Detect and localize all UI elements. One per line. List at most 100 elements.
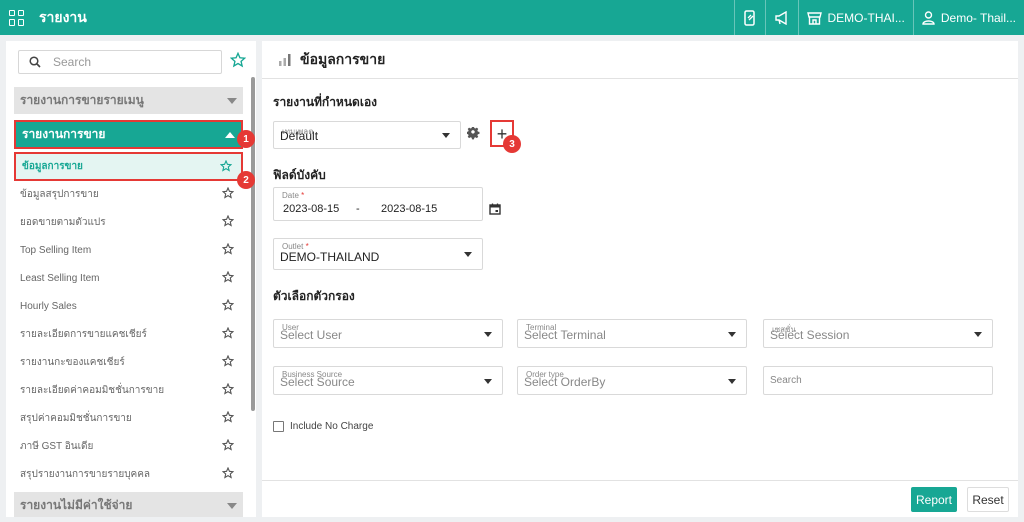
filter-search-input[interactable]: Search	[763, 366, 993, 395]
gear-icon[interactable]	[467, 127, 480, 140]
group-sales-report[interactable]: รายงานการขาย	[14, 120, 243, 149]
template-select[interactable]: เทมเพลต Default	[273, 121, 461, 149]
sidebar-item[interactable]: Top Selling Item	[14, 237, 243, 263]
megaphone-icon	[774, 10, 787, 25]
sidebar-item[interactable]: Hourly Sales	[14, 293, 243, 319]
group-no-charge-report[interactable]: รายงานไม่มีค่าใช้จ่าย	[14, 492, 243, 517]
star-icon[interactable]	[222, 383, 234, 395]
page-title: ข้อมูลการขาย	[300, 50, 386, 67]
chart-icon	[279, 53, 291, 66]
group-label: รายงานการขาย	[22, 127, 106, 141]
mobile-button[interactable]	[733, 0, 765, 35]
sidebar-search[interactable]: Search	[18, 50, 222, 74]
star-icon[interactable]	[222, 411, 234, 423]
business-source-select[interactable]: Business Source Select Source	[273, 366, 503, 395]
star-icon[interactable]	[222, 215, 234, 227]
announcement-button[interactable]	[764, 0, 798, 35]
date-label: Date *	[282, 191, 305, 200]
user-select[interactable]: User Select User	[273, 319, 503, 348]
session-select[interactable]: เซสชั่น Select Session	[763, 319, 993, 348]
page-header: ข้อมูลการขาย	[262, 41, 1018, 79]
store-icon	[806, 11, 822, 25]
calendar-icon[interactable]	[489, 203, 501, 215]
sidebar-item[interactable]: ข้อมูลสรุปการขาย	[14, 181, 243, 207]
sidebar-item-label: ภาษี GST อินเดีย	[20, 440, 94, 452]
sidebar-item-label: สรุปค่าคอมมิชชั่นการขาย	[20, 412, 132, 424]
sidebar-item-label: รายละเอียดค่าคอมมิชชั่นการขาย	[20, 384, 165, 396]
group-menu-sales[interactable]: รายงานการขายรายเมนู	[14, 87, 243, 114]
dropdown-caret-icon	[974, 331, 982, 337]
sidebar-item[interactable]: รายงานกะของแคชเชียร์	[14, 349, 243, 375]
dropdown-caret-icon	[442, 133, 450, 138]
outlet-label: DEMO-THAI...	[827, 10, 905, 25]
user-label: Demo- Thail...	[940, 10, 1016, 25]
dropdown-caret-icon	[728, 331, 736, 337]
date-separator: -	[356, 203, 360, 215]
top-bar-actions: DEMO-THAI... Demo- Thail...	[733, 0, 1024, 35]
star-icon[interactable]	[222, 299, 234, 311]
step-badge-3: 3	[503, 135, 521, 153]
date-range-field[interactable]: Date * 2023-08-15 - 2023-08-15	[273, 187, 483, 221]
date-to[interactable]: 2023-08-15	[381, 203, 437, 215]
favorites-star-icon[interactable]	[230, 52, 246, 68]
sidebar-item-label: Least Selling Item	[20, 272, 100, 284]
order-type-select[interactable]: Order type Select OrderBy	[517, 366, 747, 395]
star-icon[interactable]	[222, 467, 234, 479]
order-placeholder: Select OrderBy	[524, 375, 606, 389]
sidebar-item-sales-data[interactable]: ข้อมูลการขาย	[14, 152, 243, 181]
sidebar-item-label: รายงานกะของแคชเชียร์	[20, 356, 125, 368]
step-badge-2: 2	[237, 171, 255, 189]
star-icon[interactable]	[220, 160, 232, 172]
dropdown-caret-icon	[728, 378, 736, 384]
dropdown-caret-icon	[484, 331, 492, 337]
outlet-selector[interactable]: DEMO-THAI...	[797, 0, 913, 35]
filter-options-title: ตัวเลือกตัวกรอง	[273, 289, 355, 303]
apps-grid-icon[interactable]	[9, 9, 25, 26]
dropdown-caret-icon	[464, 252, 472, 257]
star-icon[interactable]	[222, 439, 234, 451]
sidebar: Search รายงานการขายรายเมนู รายงานการขาย …	[6, 41, 256, 517]
star-icon[interactable]	[222, 243, 234, 255]
main-panel: ข้อมูลการขาย รายงานที่กำหนดเอง เทมเพลต D…	[262, 41, 1018, 517]
date-from[interactable]: 2023-08-15	[283, 203, 339, 215]
session-placeholder: Select Session	[770, 328, 850, 342]
search-placeholder: Search	[53, 55, 92, 69]
sidebar-item-label: Hourly Sales	[20, 300, 77, 312]
outlet-value: DEMO-THAILAND	[280, 250, 380, 264]
sidebar-item-label: ข้อมูลสรุปการขาย	[20, 188, 99, 200]
sidebar-item-label: สรุปรายงานการขายรายบุคคล	[20, 468, 151, 480]
include-no-charge-checkbox[interactable]: Include No Charge	[273, 421, 373, 432]
sidebar-item-label: ยอดขายตามตัวแปร	[20, 216, 106, 228]
sidebar-item[interactable]: รายละเอียดค่าคอมมิชชั่นการขาย	[14, 377, 243, 403]
checkbox-box[interactable]	[273, 421, 284, 432]
chevron-up-icon	[225, 132, 235, 138]
sidebar-item[interactable]: ยอดขายตามตัวแปร	[14, 209, 243, 235]
sidebar-item[interactable]: Least Selling Item	[14, 265, 243, 291]
sidebar-item[interactable]: รายละเอียดการขายแคชเชียร์	[14, 321, 243, 347]
terminal-placeholder: Select Terminal	[524, 328, 606, 342]
star-icon[interactable]	[222, 355, 234, 367]
form-footer	[262, 480, 1018, 517]
sidebar-item[interactable]: สรุปรายงานการขายรายบุคคล	[14, 461, 243, 487]
source-placeholder: Select Source	[280, 375, 355, 389]
sidebar-scrollbar[interactable]	[251, 77, 255, 411]
template-value: Default	[280, 129, 319, 143]
report-button[interactable]: Report	[911, 487, 957, 512]
user-menu[interactable]: Demo- Thail...	[912, 0, 1024, 35]
app-title: รายงาน	[39, 8, 87, 25]
star-icon[interactable]	[222, 271, 234, 283]
include-no-charge-label: Include No Charge	[290, 421, 374, 432]
top-bar: รายงาน DEMO-THAI... Demo- Thail...	[0, 0, 1024, 35]
reset-button[interactable]: Reset	[967, 487, 1009, 512]
sidebar-item[interactable]: สรุปค่าคอมมิชชั่นการขาย	[14, 405, 243, 431]
dropdown-caret-icon	[484, 378, 492, 384]
star-icon[interactable]	[222, 327, 234, 339]
user-icon	[922, 10, 935, 25]
outlet-select[interactable]: Outlet * DEMO-THAILAND	[273, 238, 483, 270]
sidebar-item-label: รายละเอียดการขายแคชเชียร์	[20, 328, 147, 340]
step-badge-1: 1	[237, 130, 255, 148]
star-icon[interactable]	[222, 187, 234, 199]
terminal-select[interactable]: Terminal Select Terminal	[517, 319, 747, 348]
sidebar-item[interactable]: ภาษี GST อินเดีย	[14, 433, 243, 459]
custom-report-title: รายงานที่กำหนดเอง	[273, 95, 378, 109]
